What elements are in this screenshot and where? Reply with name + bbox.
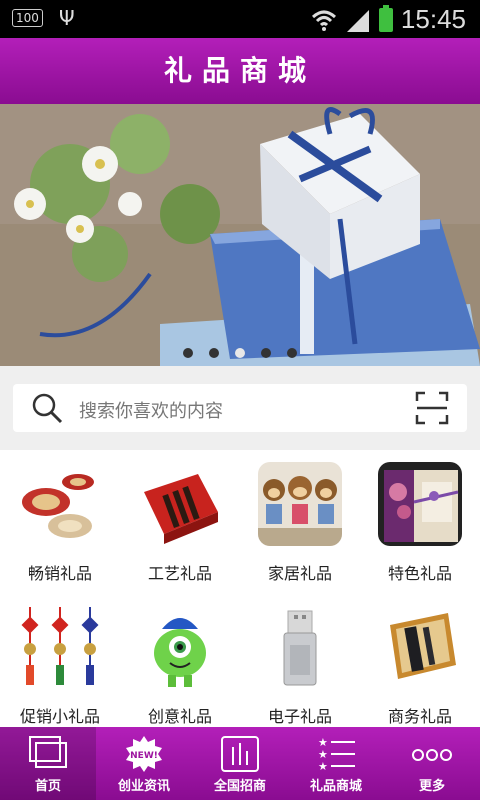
tab-label: 礼品商城 [309, 779, 362, 794]
usb-drive-image [258, 605, 342, 689]
status-time: 15:45 [400, 4, 466, 34]
category-label: 商务礼品 [387, 707, 452, 726]
tab-startup-news[interactable]: NEW! 创业资讯 [96, 727, 192, 800]
category-label: 创意礼品 [147, 707, 212, 726]
search-bar[interactable]: 搜索你喜欢的内容 [13, 384, 467, 432]
category-item[interactable]: 工艺礼品 [120, 450, 240, 590]
page-title: 礼品商城 [0, 38, 480, 104]
category-label: 工艺礼品 [147, 564, 212, 583]
search-icon[interactable] [31, 392, 63, 424]
usb-icon: Ψ [58, 6, 75, 30]
category-label: 畅销礼品 [27, 564, 92, 583]
purple-gift-box-image [378, 462, 462, 546]
business-gift-set-image [378, 605, 462, 689]
tab-more[interactable]: 更多 [384, 727, 480, 800]
home-icon [29, 736, 67, 768]
category-label: 促销小礼品 [19, 707, 100, 726]
carousel-dots [0, 348, 480, 358]
carousel-dot[interactable] [287, 348, 297, 358]
banner-carousel[interactable] [0, 104, 480, 366]
star-list-icon: ★ ★ ★ [318, 736, 355, 773]
status-bar: 100 Ψ 15:45 [0, 0, 480, 38]
bottom-tab-bar: 首页 NEW! 创业资讯 全国招商 ★ ★ ★ 礼品商城 更多 [0, 727, 480, 800]
category-item[interactable]: 家居礼品 [240, 450, 360, 590]
tab-gift-mall[interactable]: ★ ★ ★ 礼品商城 [288, 727, 384, 800]
battery-icon [378, 4, 393, 32]
category-label: 电子礼品 [267, 707, 332, 726]
category-label: 家居礼品 [267, 564, 332, 583]
tea-plates-image [18, 462, 102, 546]
category-item[interactable]: 畅销礼品 [0, 450, 120, 590]
svg-text:★: ★ [318, 760, 328, 773]
tab-label: 全国招商 [213, 779, 266, 794]
category-item[interactable]: 商务礼品 [360, 593, 480, 733]
search-input[interactable]: 搜索你喜欢的内容 [79, 397, 223, 423]
more-icon [412, 749, 452, 761]
status-indicator: 100 [12, 9, 43, 27]
svg-text:NEW!: NEW! [130, 751, 158, 761]
tab-investment[interactable]: 全国招商 [192, 727, 288, 800]
wifi-icon [311, 10, 336, 31]
category-item[interactable]: 电子礼品 [240, 593, 360, 733]
category-item[interactable]: 创意礼品 [120, 593, 240, 733]
category-item[interactable]: 促销小礼品 [0, 593, 120, 733]
tab-label: 创业资讯 [117, 779, 170, 794]
carousel-dot[interactable] [261, 348, 271, 358]
category-item[interactable]: 特色礼品 [360, 450, 480, 590]
chinese-knot-image [18, 605, 102, 689]
scan-icon[interactable] [415, 391, 449, 425]
red-gift-box-image [138, 462, 222, 546]
category-grid: 畅销礼品 工艺礼品 家居礼品 特色礼品 促销小礼品 创意礼品 电子礼品 商务礼品 [0, 450, 480, 727]
banner-image [0, 104, 480, 366]
carousel-dot-active[interactable] [235, 348, 245, 358]
monkey-dolls-image [258, 462, 342, 546]
status-right: 15:45 [311, 4, 466, 35]
new-badge-icon: NEW! [126, 736, 162, 772]
category-label: 特色礼品 [387, 564, 452, 583]
carousel-dot[interactable] [209, 348, 219, 358]
carousel-dot[interactable] [183, 348, 193, 358]
tab-label: 更多 [418, 779, 445, 794]
tab-home[interactable]: 首页 [0, 727, 96, 800]
status-left: 100 Ψ [12, 8, 75, 28]
monster-toy-image [138, 605, 222, 689]
signal-icon [346, 9, 369, 32]
tab-label: 首页 [34, 779, 61, 794]
chart-icon [221, 736, 259, 772]
